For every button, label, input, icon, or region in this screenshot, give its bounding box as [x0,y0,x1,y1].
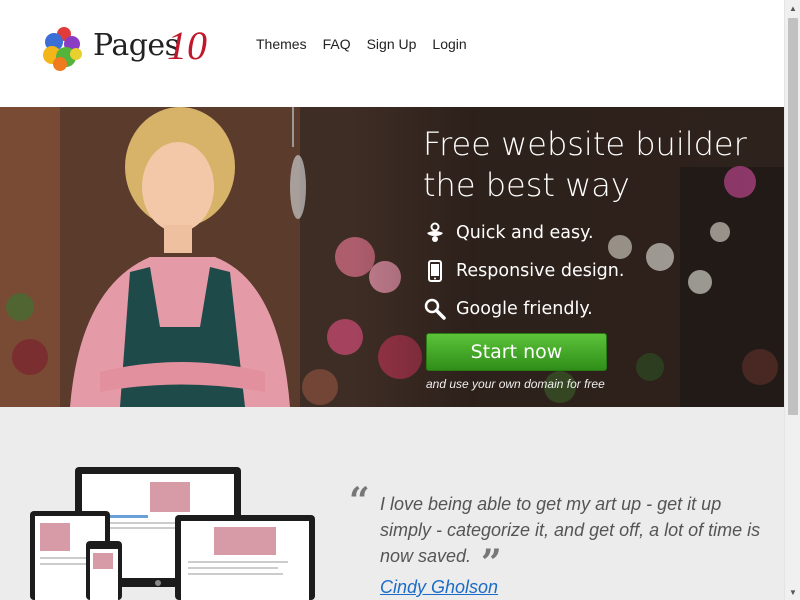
testimonial-author-link[interactable]: Cindy Gholson [380,577,498,598]
feature-responsive: Responsive design. [424,258,624,284]
magnifier-icon [424,298,446,320]
logo-number: 10 [167,23,207,68]
logo-blobs-icon [43,27,82,71]
feature-google-label: Google friendly. [456,299,593,319]
nav-themes[interactable]: Themes [256,36,307,52]
hero-title: Free website builder the best way [423,124,773,206]
hero-title-line-1: Free website builder [423,125,747,163]
scroll-up-arrow-icon[interactable]: ▲ [785,0,800,16]
nav-faq[interactable]: FAQ [323,36,351,52]
vertical-scrollbar[interactable]: ▲ ▼ [784,0,800,600]
scroll-thumb[interactable] [788,18,798,415]
feature-quick: Quick and easy. [424,220,594,246]
cta-note: and use your own domain for free [426,377,605,391]
feature-responsive-label: Responsive design. [456,261,625,281]
hero-title-line-2: the best way [423,166,630,204]
hero-banner: Free website builder the best way Quick … [0,107,784,407]
main-nav: Themes FAQ Sign Up Login [256,36,467,52]
responsive-devices-illustration [30,467,315,600]
start-now-button[interactable]: Start now [426,333,607,371]
site-header: Pages 10 Themes FAQ Sign Up Login [0,0,784,107]
smartphone-icon [428,260,442,282]
pacifier-icon [427,222,443,242]
nav-login[interactable]: Login [432,36,466,52]
feature-quick-label: Quick and easy. [456,223,594,243]
feature-google: Google friendly. [424,296,593,322]
site-logo[interactable]: Pages 10 [40,23,220,74]
nav-sign-up[interactable]: Sign Up [367,36,417,52]
quote-open-icon: “ [349,480,370,522]
scroll-down-arrow-icon[interactable]: ▼ [785,584,800,600]
testimonial-quote: I love being able to get my art up - get… [380,494,761,566]
